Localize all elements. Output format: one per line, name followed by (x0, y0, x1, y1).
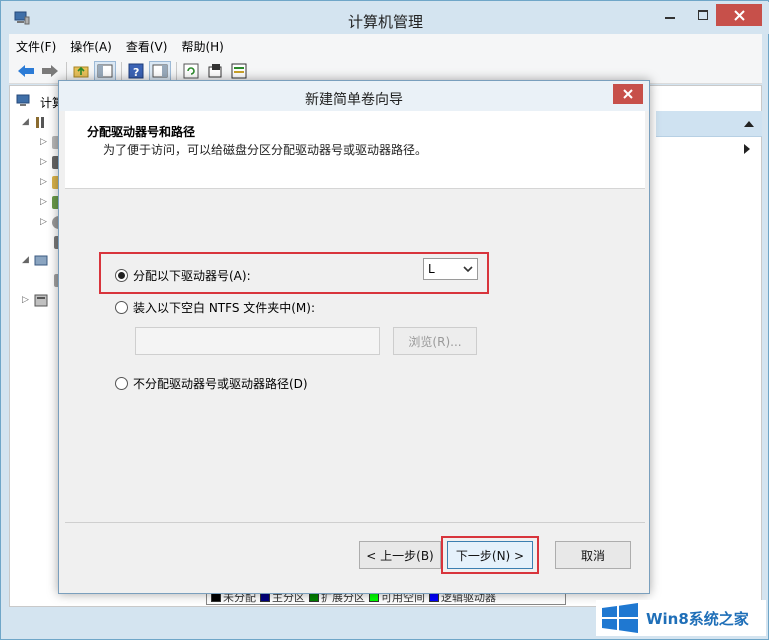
tree-item[interactable]: ◢ (22, 114, 48, 130)
back-button[interactable] (15, 61, 37, 81)
folder-path-input[interactable] (135, 327, 380, 355)
drive-letter-value: L (428, 262, 435, 276)
wizard-body: 分配以下驱动器号(A): L 装入以下空白 NTFS 文件夹中(M): 浏览(R… (65, 189, 645, 523)
properties-button[interactable] (204, 61, 226, 81)
svg-text:?: ? (133, 66, 139, 79)
export-list-icon (231, 63, 247, 78)
maximize-icon (698, 10, 708, 20)
toolbar-separator (121, 61, 122, 80)
action-pane-icon (152, 64, 168, 77)
back-button[interactable]: < 上一步(B) (359, 541, 441, 569)
storage-icon (34, 255, 48, 265)
dialog-title: 新建简单卷向导 (305, 92, 403, 108)
expand-arrow-icon: ◢ (22, 117, 29, 127)
wizard-footer: < 上一步(B) 下一步(N) > 取消 (65, 523, 645, 589)
no-drive-letter-option[interactable]: 不分配驱动器号或驱动器路径(D) (115, 375, 308, 392)
dialog-close-button[interactable] (613, 84, 643, 104)
new-simple-volume-wizard: 新建简单卷向导 分配驱动器号和路径 为了便于访问，可以给磁盘分区分配驱动器号或驱… (58, 80, 650, 594)
drive-letter-select[interactable]: L (423, 258, 478, 280)
menu-file[interactable]: 文件(F) (9, 38, 63, 55)
system-tools-icon (36, 116, 44, 128)
more-actions-arrow-icon[interactable] (744, 144, 750, 154)
menu-view[interactable]: 查看(V) (119, 38, 175, 55)
browse-button[interactable]: 浏览(R)... (393, 327, 477, 355)
collapsed-arrow-icon: ▷ (40, 197, 47, 207)
no-drive-letter-radio[interactable] (115, 377, 128, 390)
menu-action[interactable]: 操作(A) (63, 38, 119, 55)
collapsed-arrow-icon: ▷ (40, 137, 47, 147)
collapsed-arrow-icon: ▷ (22, 295, 29, 305)
no-drive-letter-label: 不分配驱动器号或驱动器路径(D) (133, 377, 308, 391)
toolbar-separator (66, 61, 67, 80)
maximize-button[interactable] (688, 4, 718, 26)
forward-arrow-icon (42, 64, 58, 77)
next-button[interactable]: 下一步(N) > (447, 541, 533, 569)
collapsed-arrow-icon: ▷ (40, 177, 47, 187)
site-watermark: Win8系统之家 (596, 600, 766, 636)
toolbar-separator (176, 61, 177, 80)
chevron-down-icon (463, 265, 473, 272)
tree-item[interactable]: ▷ (22, 292, 48, 308)
forward-button[interactable] (39, 61, 61, 81)
expand-arrow-icon: ◢ (22, 255, 29, 265)
close-icon (623, 89, 633, 99)
tree-item[interactable]: ◢ (22, 252, 48, 268)
up-folder-button[interactable] (70, 61, 92, 81)
export-button[interactable] (228, 61, 250, 81)
wizard-step-title: 分配驱动器号和路径 (87, 125, 196, 139)
watermark-text: Win8系统之家 (646, 609, 749, 628)
close-icon (733, 9, 745, 21)
mount-folder-label: 装入以下空白 NTFS 文件夹中(M): (133, 301, 316, 315)
actions-pane-header[interactable] (656, 111, 762, 137)
close-button[interactable] (716, 4, 762, 26)
assign-drive-letter-option[interactable]: 分配以下驱动器号(A): (115, 267, 251, 284)
menu-bar: 文件(F) 操作(A) 查看(V) 帮助(H) (9, 34, 762, 58)
window-titlebar: 计算机管理 (2, 2, 769, 34)
collapsed-arrow-icon: ▷ (40, 157, 47, 167)
help-button[interactable]: ? (125, 61, 147, 81)
menu-help[interactable]: 帮助(H) (174, 38, 230, 55)
minimize-icon (665, 17, 675, 19)
collapse-up-icon (744, 121, 754, 127)
back-arrow-icon (18, 64, 34, 77)
console-tree-icon (97, 64, 113, 77)
cancel-button[interactable]: 取消 (555, 541, 631, 569)
mount-folder-radio[interactable] (115, 301, 128, 314)
refresh-icon (183, 63, 199, 78)
wizard-step-description: 为了便于访问，可以给磁盘分区分配驱动器号或驱动器路径。 (103, 143, 428, 157)
services-icon (34, 294, 48, 306)
properties-icon (208, 63, 222, 77)
dialog-titlebar: 新建简单卷向导 (59, 81, 649, 111)
windows-logo-icon (602, 603, 638, 633)
assign-drive-letter-label: 分配以下驱动器号(A): (133, 269, 251, 283)
assign-drive-letter-radio[interactable] (115, 269, 128, 282)
window-title: 计算机管理 (347, 13, 423, 31)
folder-up-icon (73, 66, 89, 77)
mount-folder-option[interactable]: 装入以下空白 NTFS 文件夹中(M): (115, 299, 315, 316)
refresh-button[interactable] (180, 61, 202, 81)
minimize-button[interactable] (655, 4, 685, 26)
computer-icon (16, 94, 30, 106)
collapsed-arrow-icon: ▷ (40, 217, 47, 227)
show-hide-tree-button[interactable] (94, 60, 116, 81)
show-hide-action-pane-button[interactable] (149, 60, 171, 81)
wizard-header: 分配驱动器号和路径 为了便于访问，可以给磁盘分区分配驱动器号或驱动器路径。 (65, 111, 645, 189)
help-icon: ? (128, 63, 144, 79)
